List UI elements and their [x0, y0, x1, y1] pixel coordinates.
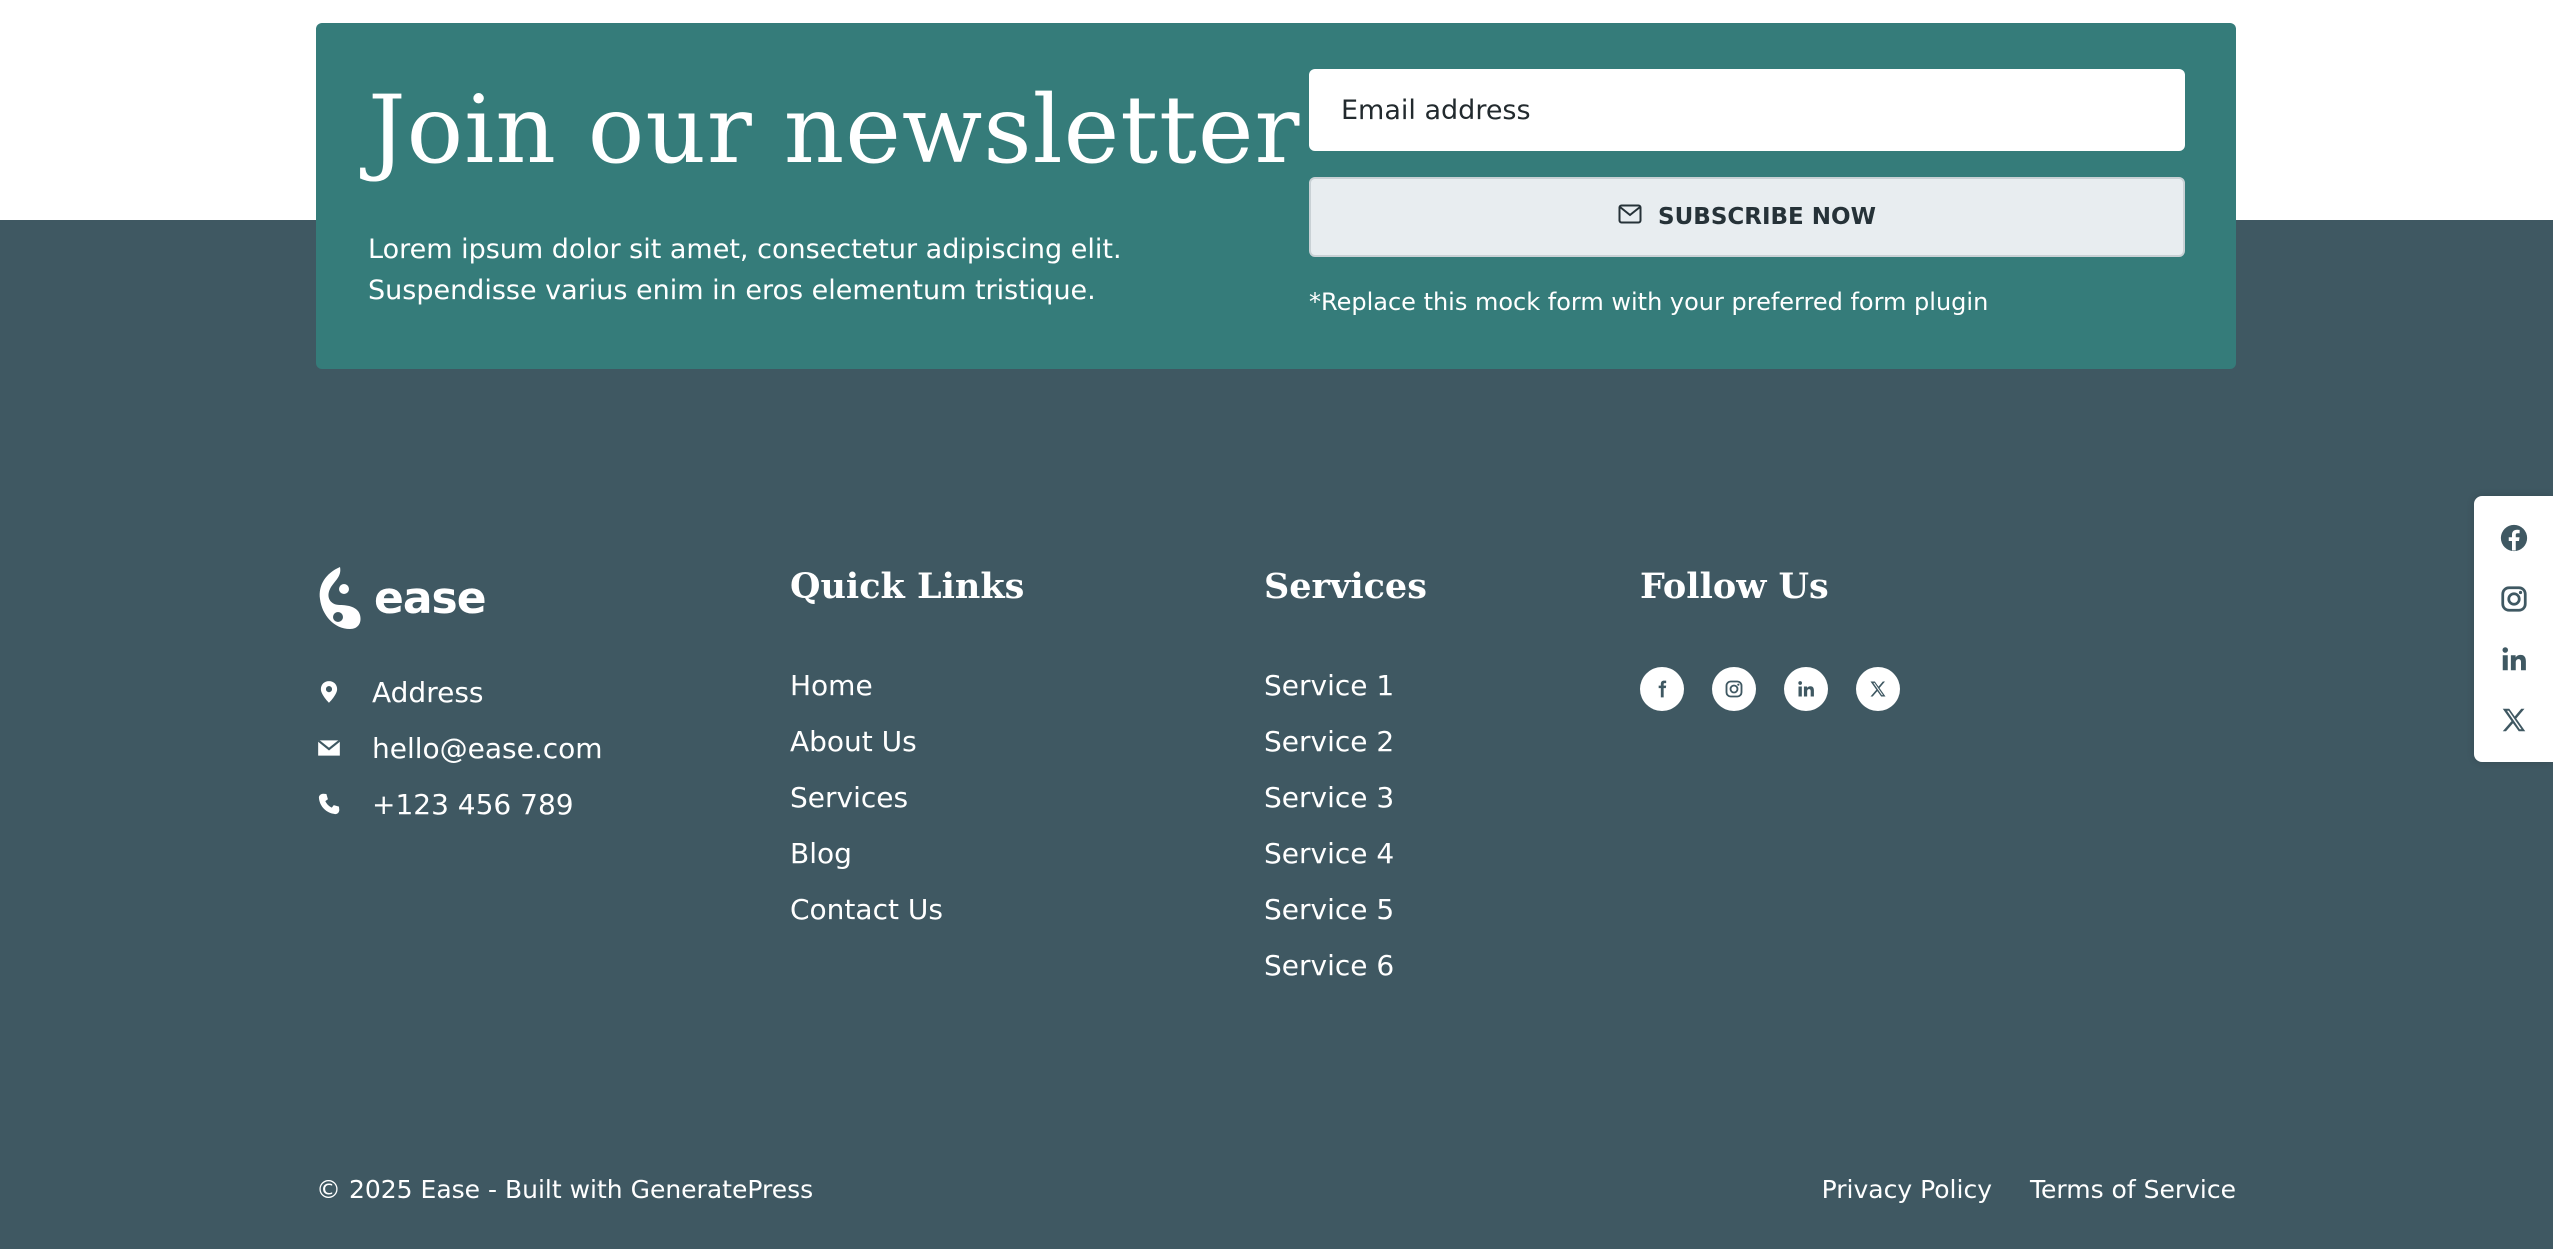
newsletter-description: Lorem ipsum dolor sit amet, consectetur …	[368, 234, 1122, 306]
contact-email-text: hello@ease.com	[372, 731, 603, 765]
mail-icon	[1618, 204, 1642, 230]
contact-phone-text: +123 456 789	[372, 787, 574, 821]
terms-of-service-link[interactable]: Terms of Service	[2030, 1175, 2236, 1204]
service-link-4[interactable]: Service 4	[1264, 837, 1394, 870]
contact-phone[interactable]: +123 456 789	[316, 776, 603, 832]
linkedin-icon[interactable]	[2499, 644, 2529, 674]
list-item: Service 2	[1264, 720, 1394, 776]
x-icon[interactable]	[1856, 667, 1900, 711]
facebook-icon[interactable]	[2499, 523, 2529, 553]
location-pin-icon	[316, 679, 342, 705]
list-item: Service 4	[1264, 832, 1394, 888]
quick-links-list: Home About Us Services Blog Contact Us	[790, 664, 943, 944]
quick-link-blog[interactable]: Blog	[790, 837, 852, 870]
instagram-icon[interactable]	[1712, 667, 1756, 711]
x-icon[interactable]	[2499, 705, 2529, 735]
instagram-icon[interactable]	[2499, 584, 2529, 614]
yin-yang-leaf-logo	[316, 565, 362, 635]
list-item: Service 3	[1264, 776, 1394, 832]
list-item: Home	[790, 664, 943, 720]
quick-link-contact[interactable]: Contact Us	[790, 893, 943, 926]
service-link-6[interactable]: Service 6	[1264, 949, 1394, 982]
quick-link-home[interactable]: Home	[790, 669, 873, 702]
quick-links-heading: Quick Links	[790, 566, 1025, 607]
quick-link-about[interactable]: About Us	[790, 725, 917, 758]
list-item: Blog	[790, 832, 943, 888]
list-item: Services	[790, 776, 943, 832]
subscribe-button[interactable]: SUBSCRIBE NOW	[1309, 177, 2185, 257]
services-list: Service 1 Service 2 Service 3 Service 4 …	[1264, 664, 1394, 1000]
contact-address: Address	[316, 664, 603, 720]
list-item: Contact Us	[790, 888, 943, 944]
list-item: Service 1	[1264, 664, 1394, 720]
email-input[interactable]	[1309, 69, 2185, 151]
brand-name: ease	[374, 572, 487, 624]
list-item: Service 6	[1264, 944, 1394, 1000]
subscribe-label: SUBSCRIBE NOW	[1658, 204, 1876, 230]
services-heading: Services	[1264, 566, 1427, 607]
service-link-1[interactable]: Service 1	[1264, 669, 1394, 702]
form-note: *Replace this mock form with your prefer…	[1309, 288, 1989, 316]
newsletter-title: Join our newsletter	[368, 76, 1301, 185]
contact-email[interactable]: hello@ease.com	[316, 720, 603, 776]
contact-list: Address hello@ease.com +123 456 789	[316, 664, 603, 832]
service-link-3[interactable]: Service 3	[1264, 781, 1394, 814]
floating-social-bar	[2474, 496, 2553, 762]
brand-logo[interactable]: ease	[316, 565, 487, 635]
envelope-icon	[316, 735, 342, 761]
newsletter-card: Join our newsletter Lorem ipsum dolor si…	[316, 23, 2236, 369]
service-link-2[interactable]: Service 2	[1264, 725, 1394, 758]
legal-links: Privacy Policy Terms of Service	[1822, 1175, 2236, 1204]
copyright-text: © 2025 Ease - Built with GeneratePress	[316, 1175, 814, 1204]
social-links	[1640, 667, 1900, 711]
facebook-icon[interactable]	[1640, 667, 1684, 711]
service-link-5[interactable]: Service 5	[1264, 893, 1394, 926]
phone-icon	[316, 791, 342, 817]
linkedin-icon[interactable]	[1784, 667, 1828, 711]
list-item: About Us	[790, 720, 943, 776]
privacy-policy-link[interactable]: Privacy Policy	[1822, 1175, 1992, 1204]
contact-address-text: Address	[372, 675, 484, 709]
list-item: Service 5	[1264, 888, 1394, 944]
quick-link-services[interactable]: Services	[790, 781, 908, 814]
follow-us-heading: Follow Us	[1640, 566, 1829, 607]
